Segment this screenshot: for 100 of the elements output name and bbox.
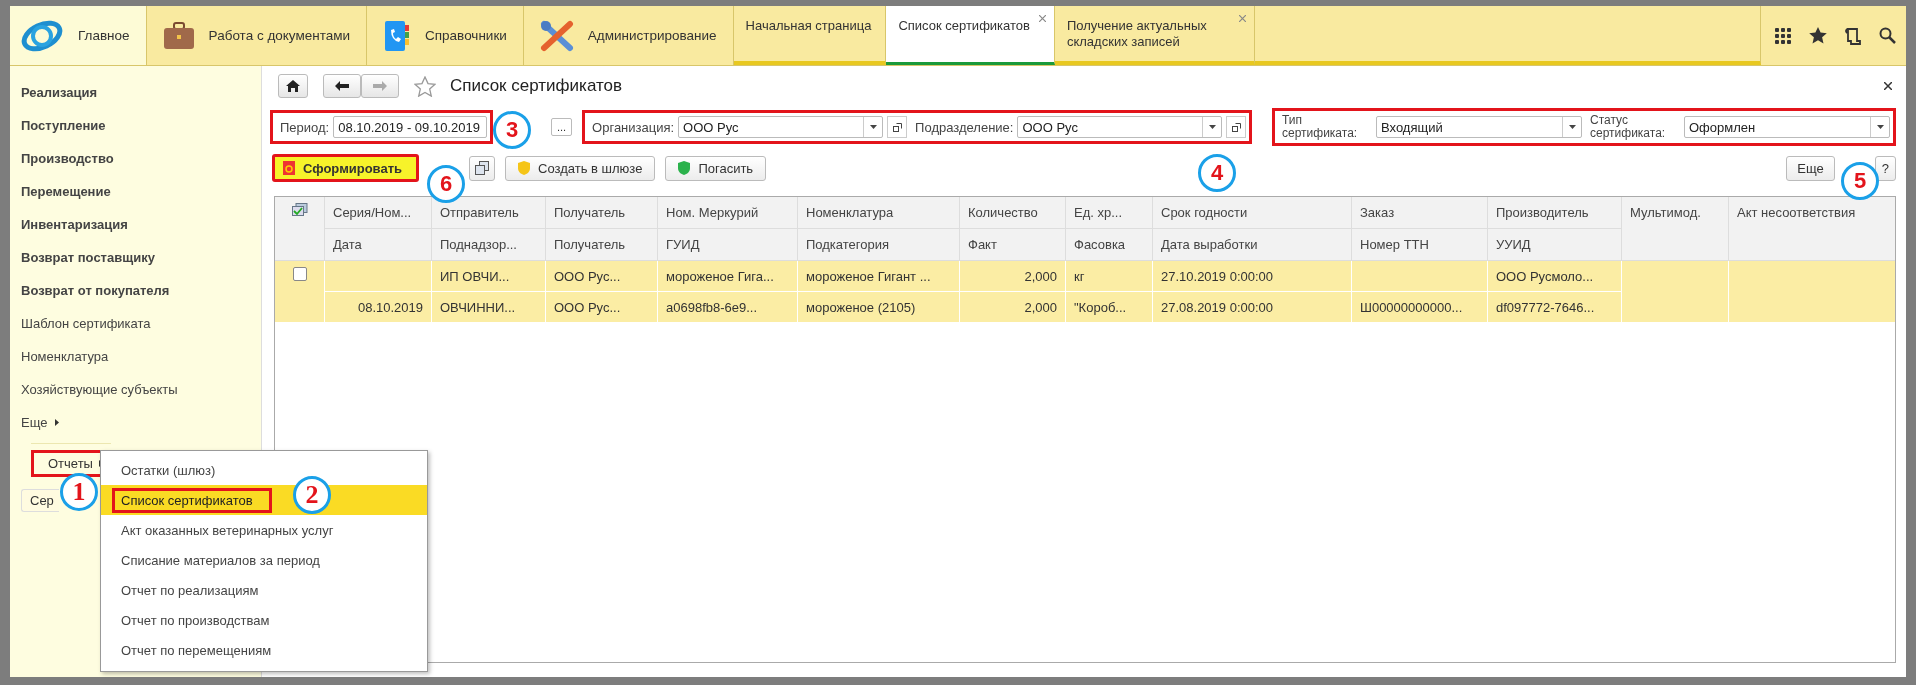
field-label: Период: — [280, 119, 330, 135]
copy-icon — [475, 161, 490, 175]
open-window-icon — [892, 122, 902, 132]
menu-item[interactable]: Отчет по перемещениям — [101, 635, 427, 665]
column-header[interactable]: Получатель — [546, 197, 658, 229]
section-tab[interactable]: Главное — [10, 6, 147, 65]
column-header[interactable]: УУИД — [1488, 229, 1622, 261]
column-header[interactable]: Дата — [325, 229, 432, 261]
home-icon — [286, 80, 300, 92]
phone-book-icon — [383, 19, 412, 52]
column-header[interactable]: Поднадзор... — [432, 229, 546, 261]
table-cell: a0698fb8-6e9... — [658, 292, 798, 323]
more-button[interactable]: Еще — [1786, 155, 1835, 181]
open-button[interactable] — [1226, 116, 1247, 138]
caret-down-icon — [1876, 125, 1884, 129]
menu-item[interactable]: Отчет по реализациям — [101, 575, 427, 605]
input-field[interactable]: Оформлен — [1684, 116, 1890, 138]
favorites-star-icon[interactable] — [1809, 27, 1827, 44]
shield-icon — [678, 161, 691, 175]
table-cell: ООО Рус... — [546, 292, 658, 323]
table-cell: df097772-7646... — [1488, 292, 1622, 323]
tools-icon — [539, 19, 574, 52]
sidebar-item[interactable]: Хозяйствующие субъекты — [21, 373, 178, 406]
sidebar-button[interactable]: Сер — [21, 489, 59, 512]
copy-button[interactable] — [469, 155, 496, 181]
sidebar-item[interactable]: Возврат поставщику — [21, 241, 155, 274]
menu-item[interactable]: Списание материалов за период — [101, 545, 427, 575]
open-window-icon — [1231, 122, 1241, 132]
table-cell: 2,000 — [960, 292, 1066, 323]
menu-item[interactable]: Отчет по производствам — [101, 605, 427, 635]
column-header[interactable]: Заказ — [1352, 197, 1488, 229]
back-arrow-icon — [335, 81, 349, 91]
column-header[interactable]: Номенклатура — [798, 197, 960, 229]
table-cell: мороженое Гигант ... — [798, 261, 960, 292]
column-header[interactable]: Серия/Ном... — [325, 197, 432, 229]
form-title: Список сертификатов — [450, 76, 623, 96]
sidebar-item[interactable]: Перемещение — [21, 175, 111, 208]
sidebar-item[interactable]: Реализация — [21, 76, 98, 109]
column-header[interactable]: Номер ТТН — [1352, 229, 1488, 261]
close-icon[interactable] — [1884, 82, 1892, 90]
menu-item[interactable]: Акт оказанных ветеринарных услуг — [101, 515, 427, 545]
sidebar-item[interactable]: Еще — [21, 406, 60, 439]
column-header[interactable]: Отправитель — [432, 197, 546, 229]
picker-button[interactable]: ... — [550, 118, 573, 136]
apps-grid-icon[interactable] — [1775, 27, 1791, 44]
history-icon[interactable] — [1845, 26, 1861, 45]
column-header[interactable]: Количество — [960, 197, 1066, 229]
column-header[interactable]: Акт несоответствия — [1729, 197, 1895, 261]
input-field[interactable]: ООО Рус — [678, 116, 884, 138]
forward-arrow-icon — [373, 81, 387, 91]
mark-all-icon[interactable] — [291, 203, 308, 217]
input-field[interactable]: 08.10.2019 - 09.10.2019 — [333, 116, 487, 138]
column-header[interactable]: Получатель — [546, 229, 658, 261]
column-header[interactable]: Факт — [960, 229, 1066, 261]
table-cell: 27.08.2019 0:00:00 — [1153, 292, 1352, 323]
home-button[interactable] — [278, 74, 308, 98]
sidebar-item[interactable]: Инвентаризация — [21, 208, 128, 241]
action-button[interactable]: Создать в шлюзе — [505, 155, 656, 181]
input-field[interactable]: Входящий — [1376, 116, 1582, 138]
section-tab[interactable]: Справочники — [367, 6, 524, 65]
column-header[interactable]: Мультимод. — [1622, 197, 1729, 261]
checkbox[interactable] — [292, 267, 307, 281]
caret-down-icon — [869, 125, 877, 129]
help-button[interactable]: ? — [1874, 155, 1896, 181]
sidebar-item[interactable]: Производство — [21, 142, 114, 175]
column-header[interactable]: Ном. Меркурий — [658, 197, 798, 229]
table-cell: ИП ОВЧИ... — [432, 261, 546, 292]
back-button[interactable] — [323, 74, 361, 98]
open-button[interactable] — [887, 116, 908, 138]
column-header[interactable]: Подкатегория — [798, 229, 960, 261]
generate-button[interactable]: Сформировать — [272, 154, 420, 182]
caret-down-icon — [1208, 125, 1216, 129]
field-label: Тип сертификата: — [1282, 114, 1359, 140]
shield-icon — [518, 161, 531, 175]
section-tab[interactable]: Администрирование — [523, 6, 734, 65]
column-header[interactable]: Фасовка — [1066, 229, 1153, 261]
star-outline-icon[interactable] — [414, 75, 436, 97]
field-label: Организация: — [592, 119, 675, 135]
input-field[interactable]: ООО Рус — [1017, 116, 1223, 138]
sidebar-item[interactable]: Возврат от покупателя — [21, 274, 170, 307]
column-header[interactable]: Дата выработки — [1153, 229, 1352, 261]
column-header[interactable]: Производитель — [1488, 197, 1622, 229]
search-icon[interactable] — [1879, 27, 1896, 44]
sidebar-item[interactable]: Шаблон сертификата — [21, 307, 151, 340]
action-button[interactable]: Погасить — [665, 155, 767, 181]
column-header[interactable]: Ед. хр... — [1066, 197, 1153, 229]
table-cell: кг — [1066, 261, 1153, 292]
briefcase-icon — [162, 20, 195, 51]
table-cell: 08.10.2019 — [325, 292, 432, 323]
section-tab[interactable]: Работа с документами — [146, 6, 368, 65]
sidebar-item[interactable]: Номенклатура — [21, 340, 109, 373]
sidebar-item[interactable]: Поступление — [21, 109, 106, 142]
column-header[interactable]: Срок годности — [1153, 197, 1352, 229]
page-tab[interactable]: Получение актуальных складских записей — [1054, 6, 1255, 65]
table-cell: мороженое Гига... — [658, 261, 798, 292]
table-cell: Ш00000000000... — [1352, 292, 1488, 323]
page-tab[interactable]: Список сертификатов — [886, 6, 1055, 65]
table-cell: 2,000 — [960, 261, 1066, 292]
column-header[interactable]: ГУИД — [658, 229, 798, 261]
report-icon — [283, 161, 295, 175]
